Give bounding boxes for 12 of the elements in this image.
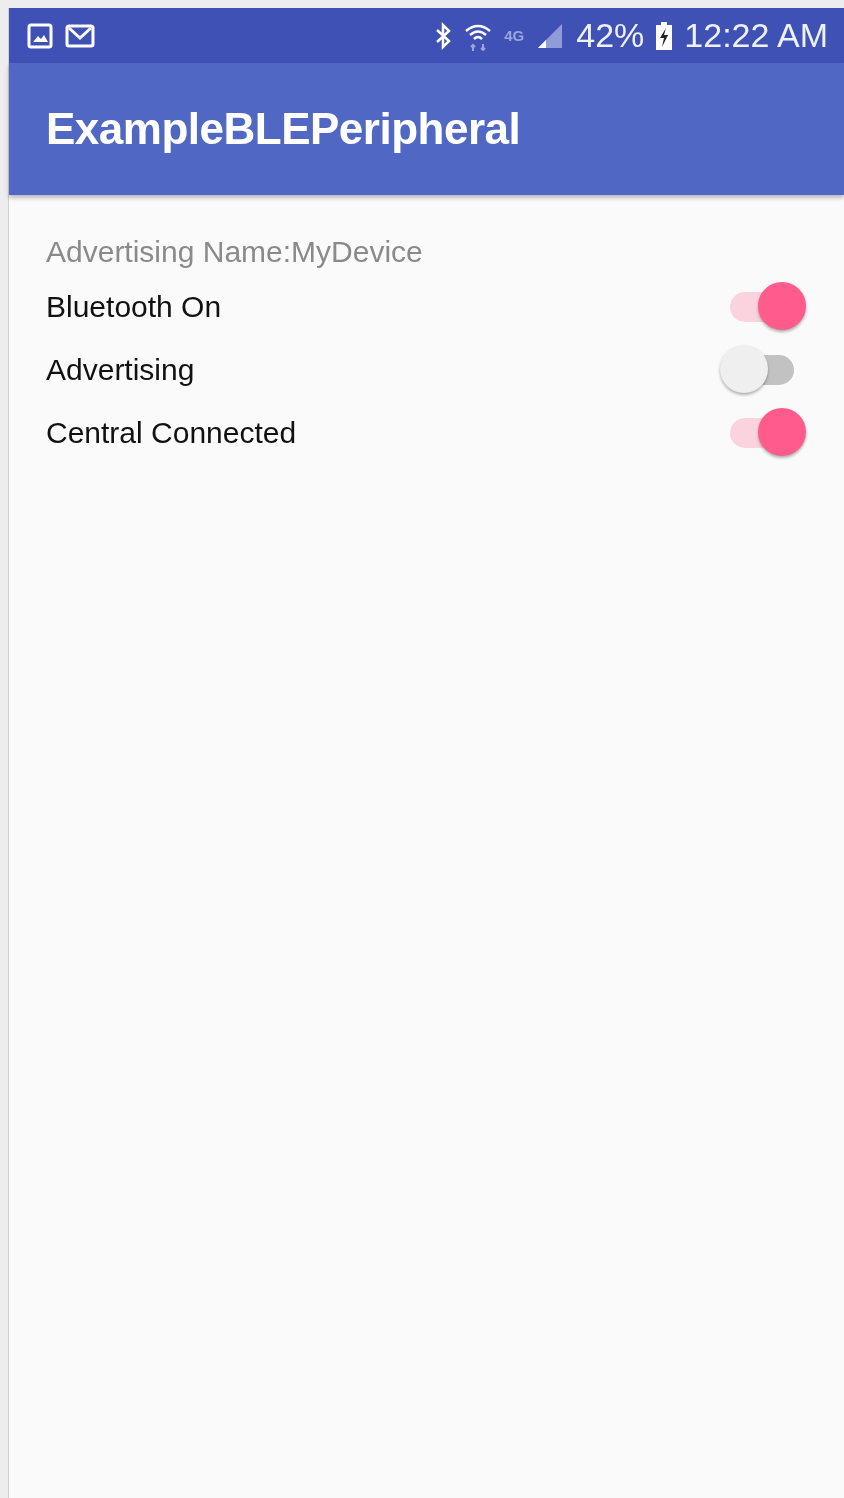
setting-label: Bluetooth On — [46, 289, 222, 324]
network-type: 4G — [504, 27, 525, 44]
battery-percentage: 42% — [576, 16, 645, 55]
setting-label: Advertising — [46, 352, 195, 387]
clock: 12:22 AM — [684, 16, 828, 55]
app-title: ExampleBLEPeripheral — [46, 104, 521, 154]
battery-charging-icon — [656, 21, 673, 50]
mail-icon — [65, 23, 95, 48]
advertising-name: Advertising Name:MyDevice — [46, 235, 424, 269]
bluetooth-icon — [434, 21, 453, 50]
setting-label: Central Connected — [46, 415, 297, 450]
image-icon — [27, 22, 53, 49]
